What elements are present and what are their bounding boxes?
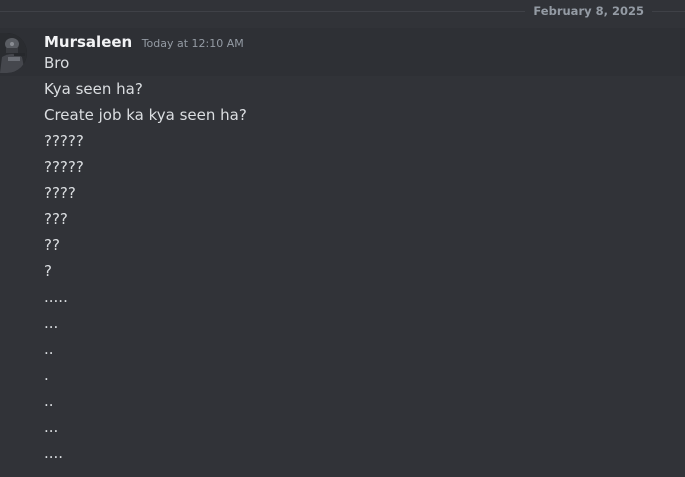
message-text: ????? — [44, 132, 84, 150]
message-text: ???? — [44, 184, 76, 202]
message-text: ... — [44, 314, 59, 332]
message-text: Kya seen ha? — [44, 80, 143, 98]
message-text: Bro — [44, 54, 70, 72]
message-header: Mursaleen Today at 12:10 AM — [44, 32, 244, 52]
message-text: . — [44, 366, 49, 384]
author-username[interactable]: Mursaleen — [44, 33, 132, 51]
message-text: ... — [44, 418, 59, 436]
message-text: .... — [44, 444, 64, 462]
message-timestamp[interactable]: Today at 12:10 AM — [142, 37, 244, 50]
date-divider: February 8, 2025 — [0, 0, 685, 24]
message-text: ? — [44, 262, 52, 280]
divider-date-label: February 8, 2025 — [525, 4, 652, 18]
message-text: .. — [44, 340, 54, 358]
message-text: .. — [44, 392, 54, 410]
message-text: ????? — [44, 158, 84, 176]
message-text: ??? — [44, 210, 68, 228]
message-text: Create job ka kya seen ha? — [44, 106, 247, 124]
message-text: ..... — [44, 288, 68, 306]
chat-messages-area[interactable]: February 8, 2025 Mursaleen Today at 12:1… — [0, 0, 685, 477]
message-text: ?? — [44, 236, 60, 254]
